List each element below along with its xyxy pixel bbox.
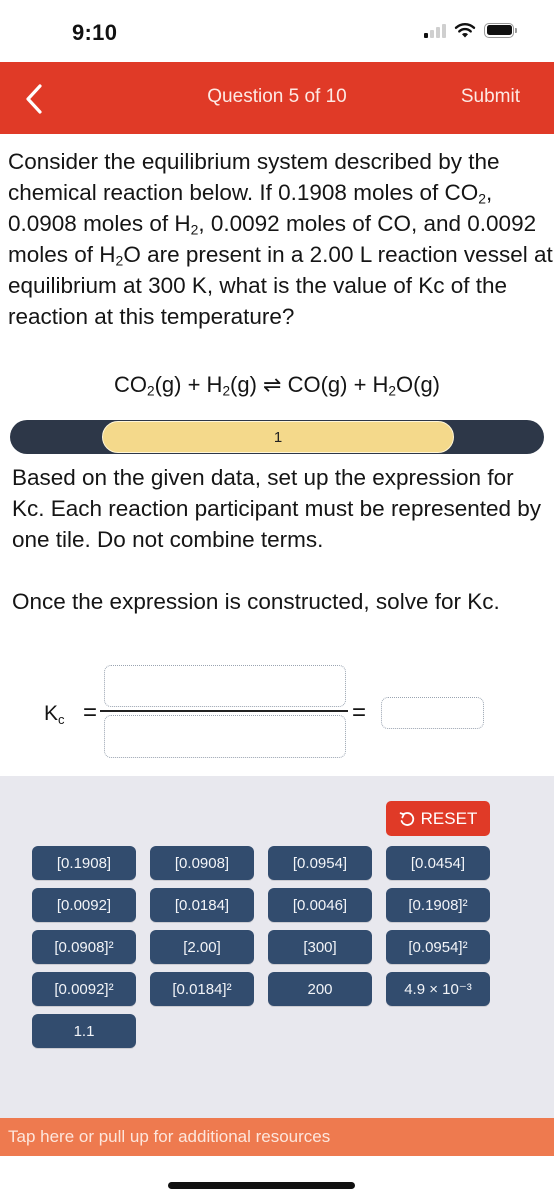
step-indicator[interactable]: 1 xyxy=(102,421,454,453)
answer-tile[interactable]: [0.0954]² xyxy=(386,930,490,964)
answer-tile[interactable]: [0.0954] xyxy=(268,846,372,880)
fraction-bar xyxy=(100,710,348,712)
subscript: 2 xyxy=(478,190,487,207)
status-icons xyxy=(424,22,517,38)
subscript: 2 xyxy=(147,383,155,399)
answer-tile[interactable]: 200 xyxy=(268,972,372,1006)
answer-tile[interactable]: [0.0908] xyxy=(150,846,254,880)
equals-sign: = xyxy=(352,699,367,726)
answer-tile[interactable]: [2.00] xyxy=(150,930,254,964)
answer-tile[interactable]: 4.9 × 10⁻³ xyxy=(386,972,490,1006)
question-text: Consider the equilibrium system describe… xyxy=(8,146,554,332)
answer-tile[interactable]: [0.0184] xyxy=(150,888,254,922)
equals-sign: = xyxy=(83,699,98,726)
subscript: 2 xyxy=(388,383,396,399)
subscript: 2 xyxy=(222,383,231,399)
status-bar: 9:10 xyxy=(0,0,554,62)
kc-label: Kc xyxy=(44,702,65,727)
kc-symbol: K xyxy=(44,702,59,725)
submit-button[interactable]: Submit xyxy=(461,86,520,108)
denominator-drop-zone[interactable] xyxy=(104,715,346,758)
equation-part: (g) + H xyxy=(154,372,223,397)
battery-icon xyxy=(484,22,517,38)
chemical-equation: CO2(g) + H2(g) ⇌ CO(g) + H2O(g) xyxy=(0,372,554,398)
answer-tile[interactable]: [0.0454] xyxy=(386,846,490,880)
answer-tile[interactable]: [0.0092]² xyxy=(32,972,136,1006)
answer-tile[interactable]: [0.0184]² xyxy=(150,972,254,1006)
equation-part: O(g) xyxy=(396,372,440,397)
home-indicator[interactable] xyxy=(168,1182,355,1189)
instruction-setup: Based on the given data, set up the expr… xyxy=(12,465,542,552)
tile-grid: [0.1908] [0.0908] [0.0954] [0.0454] [0.0… xyxy=(32,846,490,1048)
equation-part: CO(g) + H xyxy=(281,372,389,397)
additional-resources-bar[interactable]: Tap here or pull up for additional resou… xyxy=(0,1118,554,1156)
signal-icon xyxy=(424,22,446,38)
numerator-drop-zone[interactable] xyxy=(104,665,346,707)
instruction-solve: Once the expression is constructed, solv… xyxy=(12,589,500,614)
undo-icon xyxy=(399,811,414,826)
header-bar: Question 5 of 10 Submit xyxy=(0,62,554,134)
wifi-icon xyxy=(454,23,476,38)
status-time: 9:10 xyxy=(72,20,118,45)
tile-bank: RESET [0.1908] [0.0908] [0.0954] [0.0454… xyxy=(0,776,554,1118)
question-text-part: Consider the equilibrium system describe… xyxy=(8,149,500,205)
answer-tile[interactable]: [0.0092] xyxy=(32,888,136,922)
equation-part: CO xyxy=(114,372,147,397)
reset-button[interactable]: RESET xyxy=(386,801,490,836)
result-drop-zone[interactable] xyxy=(381,697,484,729)
reset-label: RESET xyxy=(420,808,478,828)
subscript: c xyxy=(58,711,65,727)
equation-part: (g) xyxy=(230,372,264,397)
instructions: Based on the given data, set up the expr… xyxy=(12,462,552,648)
answer-tile[interactable]: [300] xyxy=(268,930,372,964)
answer-tile[interactable]: [0.0908]² xyxy=(32,930,136,964)
equilibrium-arrow-icon: ⇌ xyxy=(263,372,282,397)
answer-tile[interactable]: [0.1908]² xyxy=(386,888,490,922)
answer-tile[interactable]: [0.0046] xyxy=(268,888,372,922)
answer-tile[interactable]: [0.1908] xyxy=(32,846,136,880)
answer-tile[interactable]: 1.1 xyxy=(32,1014,136,1048)
step-progress-bar: 1 xyxy=(10,420,544,454)
